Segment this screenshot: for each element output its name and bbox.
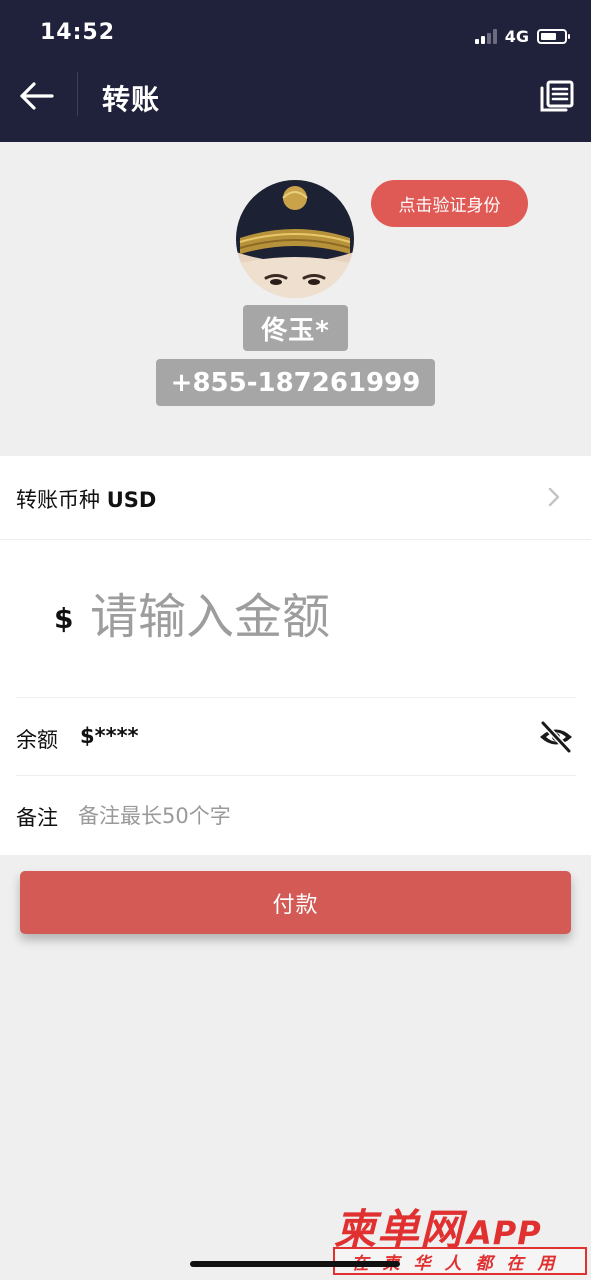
battery-icon [537, 28, 570, 44]
currency-sign: $ [54, 602, 74, 635]
amount-row: $ [16, 540, 576, 698]
app-header: 14:52 4G 转账 [0, 0, 591, 142]
recipient-phone: +855-187261999 [156, 359, 435, 406]
amount-input[interactable] [90, 582, 560, 652]
note-input[interactable] [78, 796, 558, 836]
list-document-icon [540, 80, 574, 112]
eye-off-icon[interactable] [538, 720, 574, 754]
recipient-profile: 点击验证身份 佟玉* +855-187261999 [0, 142, 591, 456]
note-label: 备注 [16, 806, 58, 830]
recipient-name: 佟玉* [243, 305, 348, 351]
currency-selector[interactable]: 转账币种 USD [0, 456, 591, 540]
back-button[interactable] [14, 74, 58, 118]
network-type: 4G [504, 26, 529, 46]
signal-icon [474, 28, 497, 44]
balance-row: 余额 $**** [16, 698, 576, 776]
currency-label-group: 转账币种 USD [16, 484, 156, 514]
avatar-image [236, 180, 354, 298]
chevron-right-icon [548, 487, 560, 507]
currency-value: USD [106, 488, 157, 512]
pay-button[interactable]: 付款 [20, 871, 571, 934]
status-time: 14:52 [40, 20, 116, 45]
nav-divider [77, 72, 78, 116]
note-row: 备注 [16, 776, 576, 855]
arrow-left-icon [20, 82, 54, 110]
currency-label: 转账币种 [16, 488, 100, 512]
balance-label: 余额 [16, 728, 58, 752]
avatar [236, 180, 354, 298]
verify-identity-button[interactable]: 点击验证身份 [371, 180, 528, 227]
page-title: 转账 [102, 83, 161, 116]
transfer-form: 转账币种 USD $ 余额 $**** 备注 [0, 456, 591, 855]
status-indicators: 4G [474, 25, 570, 47]
watermark-logo: 柬单网 APP [334, 1196, 542, 1254]
home-indicator [190, 1261, 400, 1267]
transfer-records-button[interactable] [537, 76, 577, 116]
balance-value: $**** [80, 724, 139, 748]
